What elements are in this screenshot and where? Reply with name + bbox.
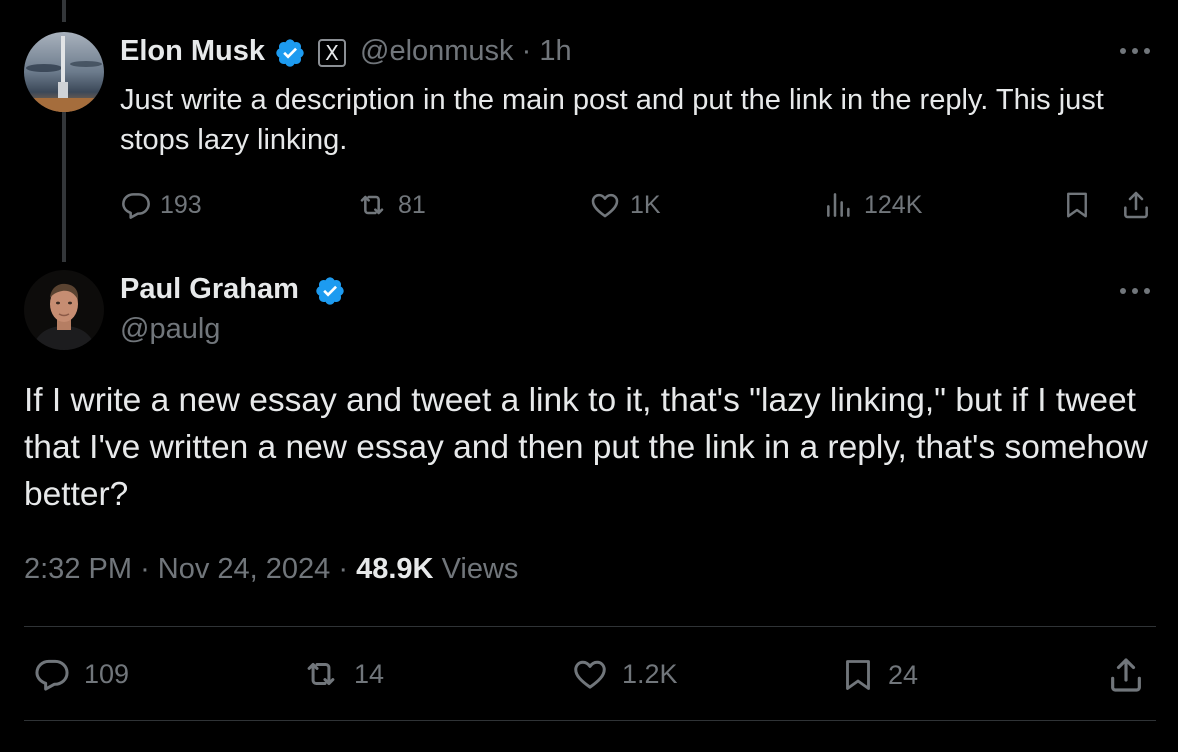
separator: ·	[338, 553, 349, 585]
affiliate-badge-icon: X	[318, 39, 346, 67]
author-handle[interactable]: @paulg	[120, 313, 220, 346]
like-count: 1K	[630, 190, 661, 219]
author-name[interactable]: Paul Graham	[120, 273, 299, 306]
thread-line	[62, 112, 66, 262]
verified-badge-icon	[276, 39, 304, 67]
reply-count: 193	[160, 190, 202, 219]
tweet-text: Just write a description in the main pos…	[120, 84, 1104, 156]
time-ago[interactable]: 1h	[539, 35, 571, 67]
verified-badge-icon	[316, 277, 344, 305]
like-icon	[574, 660, 606, 689]
bookmark-button[interactable]: 24	[840, 655, 918, 695]
author-handle[interactable]: @elonmusk · 1h	[360, 35, 572, 68]
tweet-date[interactable]: Nov 24, 2024	[158, 553, 331, 585]
tweet-meta: 2:32 PM · Nov 24, 2024 · 48.9K Views	[24, 553, 518, 586]
like-button[interactable]: 1.2K	[570, 655, 678, 693]
reply-button[interactable]: 109	[32, 655, 129, 693]
repost-count: 81	[398, 190, 426, 219]
repost-icon	[307, 662, 335, 686]
views-button[interactable]: 124K	[822, 189, 922, 221]
views-icon	[827, 193, 850, 217]
like-count: 1.2K	[622, 658, 678, 689]
share-icon[interactable]	[1106, 655, 1146, 695]
more-icon[interactable]	[1118, 46, 1152, 56]
tweet-text: If I write a new essay and tweet a link …	[24, 382, 1148, 513]
views-label: Views	[441, 553, 519, 585]
divider	[24, 720, 1156, 721]
repost-count: 14	[354, 658, 385, 689]
separator: ·	[521, 35, 532, 67]
views-count: 124K	[864, 190, 923, 219]
repost-icon	[360, 195, 384, 215]
bookmark-count: 24	[888, 659, 919, 690]
share-icon[interactable]	[1120, 189, 1152, 221]
repost-button[interactable]: 14	[300, 655, 384, 693]
reply-count: 109	[84, 658, 130, 689]
bookmark-icon	[846, 660, 870, 690]
bookmark-icon[interactable]	[1062, 189, 1092, 221]
separator: ·	[140, 553, 150, 585]
more-icon[interactable]	[1118, 286, 1152, 296]
views-count: 48.9K	[356, 553, 434, 585]
reply-icon	[35, 659, 69, 691]
divider	[24, 626, 1156, 627]
reply-icon	[122, 193, 150, 219]
tweet-time[interactable]: 2:32 PM	[24, 553, 132, 585]
author-name[interactable]: Elon Musk	[120, 35, 265, 68]
like-icon	[591, 193, 619, 218]
thread-line-top	[62, 0, 66, 22]
repost-button[interactable]: 81	[354, 189, 426, 221]
reply-button[interactable]: 193	[120, 189, 202, 221]
like-button[interactable]: 1K	[588, 189, 661, 221]
handle-text[interactable]: @elonmusk	[360, 35, 514, 67]
avatar[interactable]	[24, 32, 104, 112]
avatar[interactable]	[24, 270, 104, 350]
